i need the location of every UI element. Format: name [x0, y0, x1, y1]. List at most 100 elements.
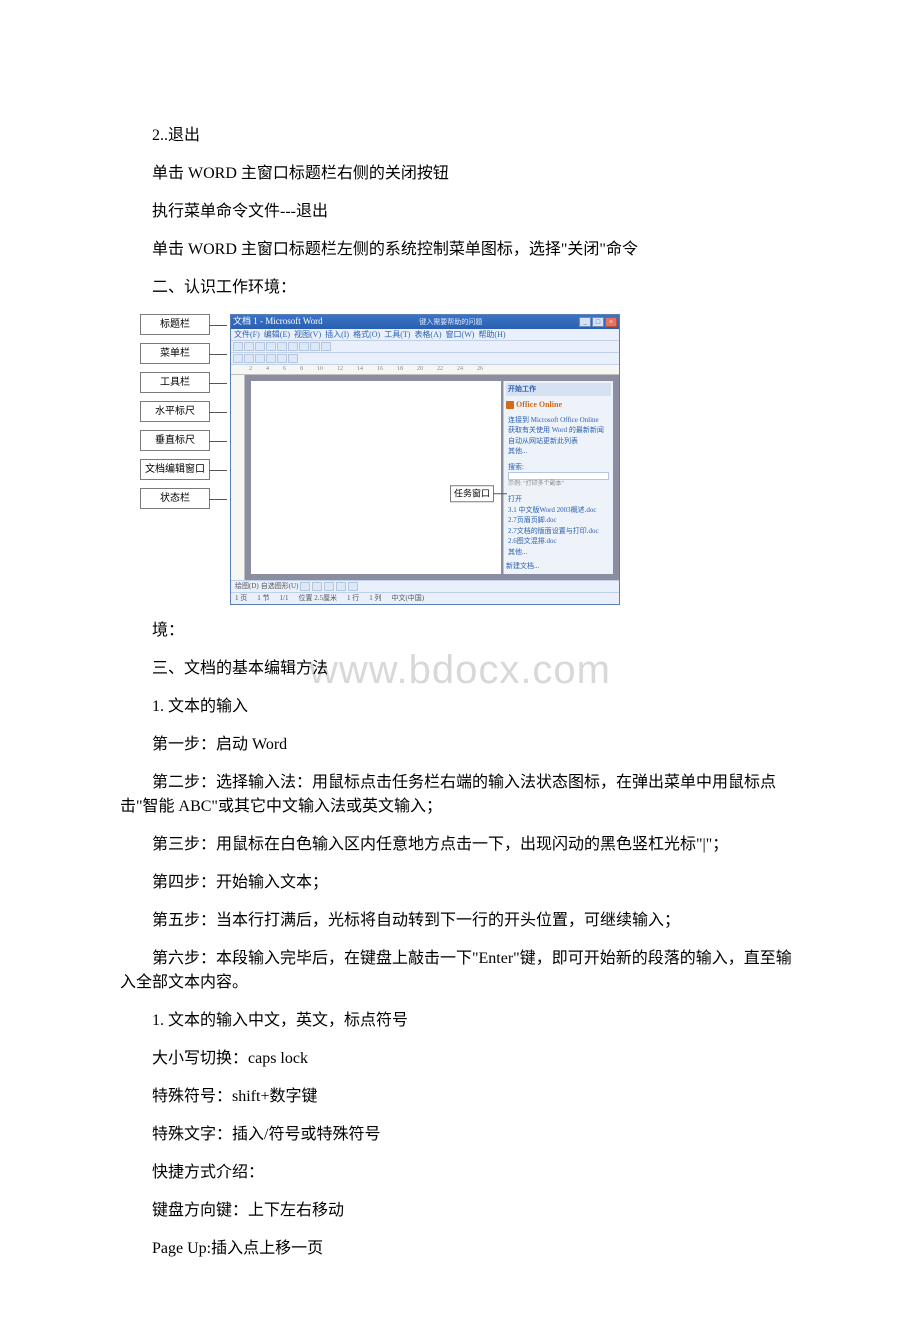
taskpane-link[interactable]: 自动从网站更新此列表: [508, 436, 609, 447]
status-bar: 1 页 1 节 1/1 位置 2.5厘米 1 行 1 列 中文(中国): [231, 592, 619, 604]
maximize-button[interactable]: □: [592, 317, 604, 327]
document-area: 任务窗口 开始工作 Office Online 连接到 Microsoft Of…: [245, 375, 619, 580]
rectangle-icon[interactable]: [324, 582, 334, 591]
menu-window[interactable]: 窗口(W): [446, 329, 475, 341]
status-pages: 1/1: [280, 593, 289, 604]
para-capslock: 大小写切换：caps lock: [120, 1047, 800, 1071]
minimize-button[interactable]: _: [579, 317, 591, 327]
para-step4: 第四步：开始输入文本；: [120, 871, 800, 895]
line-icon[interactable]: [300, 582, 310, 591]
italic-icon[interactable]: [244, 354, 254, 363]
recent-file[interactable]: 其他...: [508, 547, 609, 558]
para-shortcuts: 快捷方式介绍：: [120, 1161, 800, 1185]
para-system-menu: 单击 WORD 主窗口标题栏左侧的系统控制菜单图标，选择"关闭"命令: [120, 238, 800, 262]
status-lang: 中文(中国): [391, 593, 424, 604]
search-label: 搜索:: [508, 462, 609, 473]
undo-icon[interactable]: [310, 342, 320, 351]
menu-file[interactable]: 文件(F): [234, 329, 260, 341]
para-step6: 第六步：本段输入完毕后，在键盘上敲击一下"Enter"键，即可开始新的段落的输入…: [120, 947, 800, 995]
oval-icon[interactable]: [336, 582, 346, 591]
titlebar: 文档 1 - Microsoft Word 键入需要帮助的问题 _ □ ×: [231, 315, 619, 329]
taskpane-link[interactable]: 连接到 Microsoft Office Online: [508, 415, 609, 426]
recent-file[interactable]: 2.7文档的版面设置与打印.doc: [508, 526, 609, 537]
taskpane-link[interactable]: 其他...: [508, 446, 609, 457]
para-insert-symbol: 特殊文字：插入/符号或特殊符号: [120, 1123, 800, 1147]
para-section-2: 二、认识工作环境：: [120, 276, 800, 300]
taskpane-link[interactable]: 获取有关使用 Word 的最新新闻: [508, 425, 609, 436]
open-icon[interactable]: [244, 342, 254, 351]
para-step3: 第三步：用鼠标在白色输入区内任意地方点击一下，出现闪动的黑色竖杠光标"|"；: [120, 833, 800, 857]
draw-menu[interactable]: 绘图(D): [235, 581, 259, 592]
save-icon[interactable]: [255, 342, 265, 351]
window-controls: _ □ ×: [579, 317, 617, 327]
para-step2: 第二步：选择输入法：用鼠标点击任务栏右端的输入法状态图标，在弹出菜单中用鼠标点击…: [120, 771, 800, 819]
callout-statusbar: 状态栏: [140, 488, 210, 509]
close-button[interactable]: ×: [605, 317, 617, 327]
para-text-input: 1. 文本的输入: [120, 695, 800, 719]
recent-file[interactable]: 2.7页眉页脚.doc: [508, 515, 609, 526]
arrow-icon[interactable]: [312, 582, 322, 591]
callout-v-ruler: 垂直标尺: [140, 430, 210, 451]
window-title: 文档 1 - Microsoft Word: [233, 315, 323, 329]
redo-icon[interactable]: [321, 342, 331, 351]
menu-insert[interactable]: 插入(I): [325, 329, 349, 341]
word-window: 文档 1 - Microsoft Word 键入需要帮助的问题 _ □ × 文件…: [230, 314, 620, 605]
menu-table[interactable]: 表格(A): [414, 329, 441, 341]
para-jing: 境：: [120, 619, 800, 643]
new-icon[interactable]: [233, 342, 243, 351]
callout-menubar: 菜单栏: [140, 343, 210, 364]
para-input-types: 1. 文本的输入中文，英文，标点符号: [120, 1009, 800, 1033]
autoshapes-menu[interactable]: 自选图形(U): [261, 581, 299, 592]
align-right-icon[interactable]: [288, 354, 298, 363]
para-step1: 第一步：启动 Word: [120, 733, 800, 757]
status-page: 1 页: [235, 593, 247, 604]
menu-tools[interactable]: 工具(T): [384, 329, 410, 341]
cut-icon[interactable]: [277, 342, 287, 351]
search-hint: 示例: "打印多个副本": [508, 480, 609, 489]
callout-labels: 标题栏 菜单栏 工具栏 水平标尺 垂直标尺 文档编辑窗口 状态栏: [140, 314, 210, 605]
callout-h-ruler: 水平标尺: [140, 401, 210, 422]
underline-icon[interactable]: [255, 354, 265, 363]
status-section: 1 节: [257, 593, 269, 604]
copy-icon[interactable]: [288, 342, 298, 351]
menu-help[interactable]: 帮助(H): [478, 329, 505, 341]
align-left-icon[interactable]: [266, 354, 276, 363]
para-exit-heading: 2..退出: [120, 124, 800, 148]
search-input[interactable]: [508, 472, 609, 480]
print-icon[interactable]: [266, 342, 276, 351]
status-line: 1 行: [347, 593, 359, 604]
textbox-icon[interactable]: [348, 582, 358, 591]
para-close-button: 单击 WORD 主窗口标题栏右侧的关闭按钮: [120, 162, 800, 186]
help-hint: 键入需要帮助的问题: [419, 317, 482, 328]
para-pageup: Page Up:插入点上移一页: [120, 1237, 800, 1261]
para-shift-num: 特殊符号：shift+数字键: [120, 1085, 800, 1109]
formatting-toolbar: [231, 353, 619, 365]
document-page[interactable]: [251, 381, 501, 574]
menu-edit[interactable]: 编辑(E): [264, 329, 290, 341]
bold-icon[interactable]: [233, 354, 243, 363]
word-window-figure: 标题栏 菜单栏 工具栏 水平标尺 垂直标尺 文档编辑窗口 状态栏 文档 1 - …: [140, 314, 620, 605]
para-section-3: 三、文档的基本编辑方法: [120, 657, 800, 681]
office-online-logo: Office Online: [506, 399, 611, 411]
horizontal-ruler: 2 4 6 8 10 12 14 16 18 20 22 24 26: [231, 365, 619, 375]
para-arrow-keys: 键盘方向键：上下左右移动: [120, 1199, 800, 1223]
task-pane: 开始工作 Office Online 连接到 Microsoft Office …: [503, 381, 613, 574]
open-label: 打开: [508, 494, 609, 505]
para-file-exit: 执行菜单命令文件---退出: [120, 200, 800, 224]
taskpane-header: 开始工作: [506, 383, 611, 396]
paste-icon[interactable]: [299, 342, 309, 351]
callout-titlebar: 标题栏: [140, 314, 210, 335]
office-icon: [506, 401, 514, 409]
menubar: 文件(F) 编辑(E) 视图(V) 插入(I) 格式(O) 工具(T) 表格(A…: [231, 329, 619, 341]
menu-view[interactable]: 视图(V): [294, 329, 321, 341]
recent-file[interactable]: 3.1 中文版Word 2003概述.doc: [508, 505, 609, 516]
callout-toolbar: 工具栏: [140, 372, 210, 393]
menu-format[interactable]: 格式(O): [353, 329, 380, 341]
callout-edit-area: 文档编辑窗口: [140, 459, 210, 480]
drawing-toolbar: 绘图(D) 自选图形(U): [231, 580, 619, 592]
status-col: 1 列: [369, 593, 381, 604]
new-doc-link[interactable]: 新建文档...: [506, 561, 611, 572]
recent-file[interactable]: 2.6图文混排.doc: [508, 536, 609, 547]
para-step5: 第五步：当本行打满后，光标将自动转到下一行的开头位置，可继续输入；: [120, 909, 800, 933]
align-center-icon[interactable]: [277, 354, 287, 363]
